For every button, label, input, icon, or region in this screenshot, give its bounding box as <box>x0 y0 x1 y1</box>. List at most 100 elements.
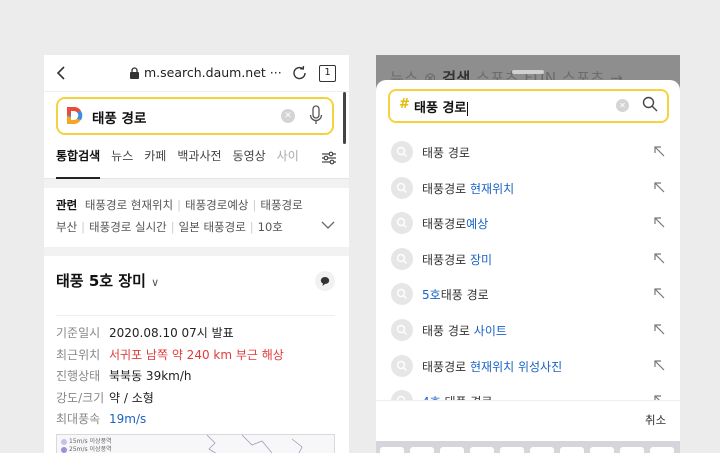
keyboard-strip <box>376 441 680 453</box>
tab-count-button[interactable]: 1 <box>319 65 336 82</box>
tab-video[interactable]: 동영상 <box>233 140 266 179</box>
related-link[interactable]: 태풍경로 <box>260 198 302 212</box>
suggestion-text: 태풍경로 현재위치 <box>422 181 515 196</box>
search-icon[interactable] <box>642 96 658 112</box>
url-text: m.search.daum.net ··· <box>144 65 282 80</box>
arrow-up-left-icon[interactable] <box>654 288 665 299</box>
related-link[interactable]: 부산 <box>56 220 77 234</box>
info-key: 최대풍속 <box>56 412 101 426</box>
tab-cafe[interactable]: 카페 <box>144 140 166 179</box>
search-input[interactable]: 태풍 경로 ✕ <box>56 97 334 135</box>
suggestion-item[interactable]: 태풍 경로 <box>376 135 680 171</box>
search-icon <box>391 318 413 341</box>
arrow-up-left-icon[interactable] <box>654 324 665 335</box>
typhoon-card-header: 태풍 5호 장미 ∨ <box>44 256 349 316</box>
info-value: 약 / 소형 <box>109 390 154 405</box>
microphone-icon[interactable] <box>309 105 323 127</box>
keyboard-key[interactable] <box>590 447 614 453</box>
lock-icon <box>130 66 139 79</box>
related-link[interactable]: 일본 태풍경로 <box>179 220 246 234</box>
suggestion-sheet: # 태풍 경로 ✕ 태풍 경로 태풍경로 현재위치 태풍경로예상 태풍경로 장미… <box>376 70 680 441</box>
suggestion-item[interactable]: 태풍경로예상 <box>376 206 680 242</box>
related-row-1: 관련 태풍경로 현재위치 | 태풍경로예상 | 태풍경로 <box>56 198 303 212</box>
suggestion-item[interactable]: 태풍경로 현재위치 <box>376 171 680 207</box>
arrow-up-left-icon[interactable] <box>654 217 665 228</box>
search-icon <box>391 283 413 306</box>
info-row: 진행상태 북북동 39km/h <box>56 366 337 388</box>
suggestion-text: 태풍경로예상 <box>422 217 489 232</box>
suggestion-item[interactable]: 5호태풍 경로 <box>376 277 680 313</box>
scrollbar-thumb[interactable] <box>343 92 346 144</box>
keyboard-key[interactable] <box>500 447 524 453</box>
related-searches: 관련 태풍경로 현재위치 | 태풍경로예상 | 태풍경로 부산 | 태풍경로 실시간 | 일본 … <box>44 188 349 247</box>
keyboard-key[interactable] <box>650 447 674 453</box>
keyboard-key[interactable] <box>440 447 464 453</box>
info-key: 기준일시 <box>56 326 101 340</box>
clear-icon[interactable]: ✕ <box>616 99 629 112</box>
suggestion-item[interactable]: 태풍경로 현재위치 위성사진 <box>376 349 680 385</box>
tab-encyclopedia[interactable]: 백과사전 <box>177 140 221 179</box>
section-gap <box>44 179 349 188</box>
cancel-button[interactable]: 취소 <box>645 412 666 428</box>
daum-logo-icon <box>67 106 83 124</box>
keyboard-key[interactable] <box>530 447 554 453</box>
suggestion-list: 태풍 경로 태풍경로 현재위치 태풍경로예상 태풍경로 장미 5호태풍 경로 태… <box>376 135 680 420</box>
info-value: 2020.08.10 07시 발표 <box>109 326 234 340</box>
suggestion-item[interactable]: 태풍 경로 사이트 <box>376 313 680 349</box>
related-link[interactable]: 태풍경로예상 <box>185 198 248 212</box>
suggestion-text: 태풍경로 현재위치 위성사진 <box>422 359 563 374</box>
keyboard-key[interactable] <box>380 447 404 453</box>
related-label: 관련 <box>56 198 78 212</box>
chevron-down-icon: ∨ <box>151 276 160 289</box>
tab-news[interactable]: 뉴스 <box>111 140 133 179</box>
info-key: 진행상태 <box>56 369 101 383</box>
filter-settings-icon[interactable] <box>322 151 336 165</box>
arrow-up-left-icon[interactable] <box>654 146 665 157</box>
map-coastline <box>206 435 303 453</box>
tab-site[interactable]: 사이 <box>277 140 299 179</box>
related-link[interactable]: 태풍경로 현재위치 <box>85 198 173 212</box>
info-value: 북북동 39km/h <box>109 369 192 383</box>
arrow-up-left-icon[interactable] <box>654 181 665 193</box>
related-link[interactable]: 10호 <box>258 220 283 234</box>
keyboard-key[interactable] <box>410 447 434 453</box>
hash-icon: # <box>399 97 410 112</box>
clear-icon[interactable]: ✕ <box>281 109 295 123</box>
search-query-text: 태풍 경로 <box>414 101 469 116</box>
arrow-up-left-icon[interactable] <box>654 253 665 264</box>
url-display[interactable]: m.search.daum.net ··· <box>129 65 282 80</box>
left-phone-screen: m.search.daum.net ··· 1 태풍 경로 ✕ 통합검색 뉴스 … <box>44 55 349 453</box>
info-key: 최근위치 <box>56 347 101 362</box>
section-gap <box>44 247 349 256</box>
typhoon-map[interactable]: 15m/s 이상풍역 25m/s 이상풍역 <box>56 434 335 453</box>
related-link[interactable]: 태풍경로 실시간 <box>89 220 167 234</box>
tab-all-search[interactable]: 통합검색 <box>56 140 101 179</box>
typhoon-title[interactable]: 태풍 5호 장미 ∨ <box>56 270 159 291</box>
search-icon <box>391 247 413 270</box>
back-icon[interactable] <box>55 66 67 80</box>
expand-chevron-icon[interactable] <box>321 221 335 230</box>
info-key: 강도/크기 <box>56 390 105 405</box>
info-value: 19m/s <box>109 412 147 426</box>
search-query-text: 태풍 경로 <box>92 111 147 127</box>
typhoon-info: 기준일시 2020.08.10 07시 발표 최근위치 서귀포 남쪽 약 240… <box>44 316 349 431</box>
browser-url-bar: m.search.daum.net ··· 1 <box>44 55 349 92</box>
comment-button[interactable] <box>315 271 335 291</box>
reload-icon[interactable] <box>291 64 309 82</box>
search-input[interactable]: # 태풍 경로 ✕ <box>388 89 669 123</box>
keyboard-key[interactable] <box>560 447 584 453</box>
category-tabs: 통합검색 뉴스 카페 백과사전 동영상 사이 <box>44 140 349 179</box>
search-icon <box>391 141 413 163</box>
suggestion-text: 5호태풍 경로 <box>422 288 489 303</box>
divider <box>56 315 335 316</box>
search-area: 태풍 경로 ✕ <box>44 92 349 140</box>
suggestion-item[interactable]: 태풍경로 장미 <box>376 242 680 278</box>
info-row: 기준일시 2020.08.10 07시 발표 <box>56 323 337 345</box>
keyboard-key[interactable] <box>470 447 494 453</box>
keyboard-key[interactable] <box>620 447 644 453</box>
arrow-up-left-icon[interactable] <box>654 359 665 371</box>
search-icon <box>391 212 413 235</box>
info-row: 최대풍속 19m/s <box>56 409 337 431</box>
sheet-handle[interactable] <box>512 70 544 74</box>
sheet-footer: 취소 <box>376 400 680 441</box>
